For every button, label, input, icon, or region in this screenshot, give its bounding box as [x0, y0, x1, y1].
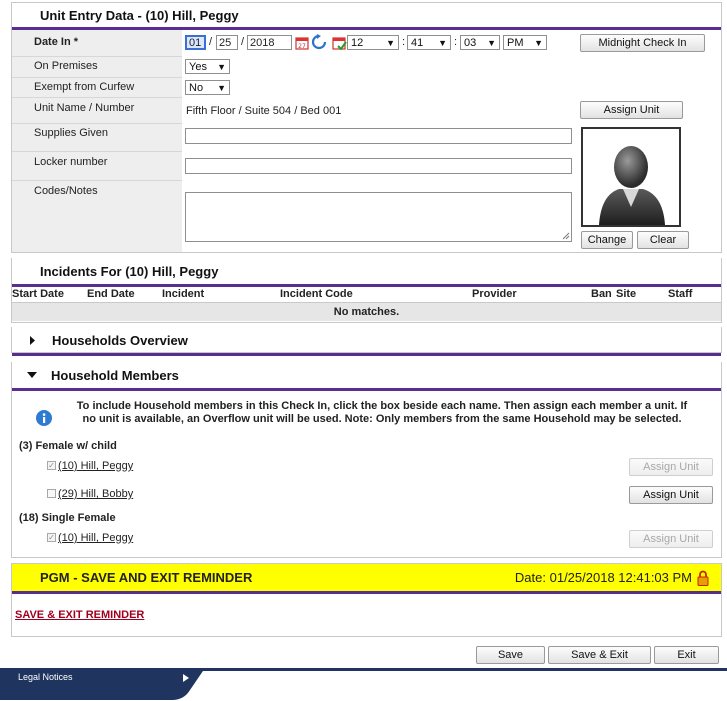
save-and-exit-button[interactable]: Save & Exit: [548, 646, 651, 664]
date-day-input[interactable]: [216, 35, 238, 50]
member-assign-unit-button[interactable]: Assign Unit: [629, 458, 713, 476]
households-overview-title: Households Overview: [52, 332, 188, 348]
calendar-icon[interactable]: 27: [295, 35, 309, 50]
household-info-text: To include Household members in this Che…: [76, 400, 688, 425]
member-link[interactable]: (10) Hill, Peggy: [58, 532, 133, 544]
household-group-name: (3) Female w/ child: [19, 440, 117, 452]
chevron-down-icon: ▼: [217, 82, 226, 93]
codes-notes-textarea[interactable]: [185, 192, 572, 242]
hour-select[interactable]: 12 ▼: [347, 35, 399, 50]
incidents-empty-row: No matches.: [12, 303, 721, 321]
resize-grip-icon[interactable]: [562, 232, 570, 240]
incidents-header: Incidents For (10) Hill, Peggy: [12, 258, 721, 287]
clear-photo-button[interactable]: Clear: [637, 231, 689, 249]
second-select[interactable]: 03 ▼: [460, 35, 500, 50]
member-link[interactable]: (10) Hill, Peggy: [58, 460, 133, 472]
col-end-date[interactable]: End Date: [87, 287, 135, 302]
member-assign-unit-button[interactable]: Assign Unit: [629, 530, 713, 548]
locker-number-label: Locker number: [34, 156, 108, 168]
col-site[interactable]: Site: [616, 287, 636, 302]
col-incident-code[interactable]: Incident Code: [280, 287, 353, 302]
on-premises-select[interactable]: Yes ▼: [185, 59, 230, 74]
exempt-curfew-select[interactable]: No ▼: [185, 80, 230, 95]
col-staff[interactable]: Staff: [668, 287, 692, 302]
reminder-panel: PGM - SAVE AND EXIT REMINDER Date: 01/25…: [11, 563, 722, 637]
caret-right-icon: [30, 335, 35, 345]
ampm-select[interactable]: PM ▼: [503, 35, 547, 50]
chevron-down-icon: ▼: [386, 37, 395, 48]
households-overview-panel[interactable]: Households Overview: [11, 327, 722, 356]
exempt-curfew-label: Exempt from Curfew: [34, 81, 135, 93]
col-provider[interactable]: Provider: [472, 287, 517, 302]
member-assign-unit-button[interactable]: Assign Unit: [629, 486, 713, 504]
assign-unit-button[interactable]: Assign Unit: [580, 101, 683, 119]
household-members-title: Household Members: [51, 367, 179, 383]
svg-text:27: 27: [298, 43, 306, 50]
midnight-check-in-button[interactable]: Midnight Check In: [580, 34, 705, 52]
unit-name-label: Unit Name / Number: [34, 102, 135, 114]
chevron-down-icon: ▼: [438, 37, 447, 48]
unit-name-value: Fifth Floor / Suite 504 / Bed 001: [186, 105, 342, 117]
member-checkbox[interactable]: [47, 489, 56, 498]
supplies-given-label: Supplies Given: [34, 127, 108, 139]
minute-select[interactable]: 41 ▼: [407, 35, 451, 50]
exit-button[interactable]: Exit: [654, 646, 719, 664]
date-year-input[interactable]: [247, 35, 292, 50]
col-start-date[interactable]: Start Date: [12, 287, 64, 302]
refresh-icon[interactable]: [311, 34, 327, 50]
reminder-title: PGM - SAVE AND EXIT REMINDER: [40, 570, 253, 585]
avatar-placeholder-icon: [599, 146, 665, 225]
change-photo-button[interactable]: Change: [581, 231, 633, 249]
lock-icon: [697, 570, 709, 586]
chevron-down-icon: ▼: [534, 37, 543, 48]
household-members-header[interactable]: Household Members: [12, 362, 721, 391]
caret-down-icon: [27, 371, 37, 378]
reminder-header: PGM - SAVE AND EXIT REMINDER Date: 01/25…: [12, 564, 721, 594]
col-ban[interactable]: Ban: [591, 287, 612, 302]
save-button[interactable]: Save: [476, 646, 545, 664]
chevron-down-icon: ▼: [487, 37, 496, 48]
reminder-date: Date: 01/25/2018 12:41:03 PM: [514, 570, 692, 585]
member-checkbox[interactable]: ✓: [47, 461, 56, 470]
incidents-panel: Incidents For (10) Hill, Peggy Start Dat…: [11, 258, 722, 323]
on-premises-label: On Premises: [34, 60, 98, 72]
no-matches-text: No matches.: [333, 306, 400, 318]
date-in-label: Date In *: [34, 36, 79, 48]
info-icon: [36, 410, 52, 426]
incidents-table-header: Start Date End Date Incident Incident Co…: [12, 287, 721, 303]
household-group-name: (18) Single Female: [19, 512, 116, 524]
locker-number-input[interactable]: [185, 158, 572, 174]
save-exit-reminder-link[interactable]: SAVE & EXIT REMINDER: [15, 609, 144, 621]
legal-notices-link[interactable]: Legal Notices: [18, 672, 73, 682]
member-link[interactable]: (29) Hill, Bobby: [58, 488, 133, 500]
supplies-given-input[interactable]: [185, 128, 572, 144]
calendar-check-icon[interactable]: [332, 35, 347, 50]
incidents-title: Incidents For (10) Hill, Peggy: [40, 263, 219, 279]
unit-entry-panel: Unit Entry Data - (10) Hill, Peggy Date …: [11, 2, 722, 253]
date-month-input[interactable]: [185, 35, 206, 50]
avatar-frame: [581, 127, 681, 227]
households-overview-header[interactable]: Households Overview: [12, 327, 721, 356]
household-members-panel: Household Members To include Household m…: [11, 362, 722, 558]
unit-entry-header: Unit Entry Data - (10) Hill, Peggy: [12, 3, 721, 30]
col-incident[interactable]: Incident: [162, 287, 204, 302]
codes-notes-label: Codes/Notes: [34, 185, 98, 197]
unit-entry-title: Unit Entry Data - (10) Hill, Peggy: [40, 7, 239, 23]
chevron-right-icon[interactable]: [183, 674, 189, 682]
member-checkbox[interactable]: ✓: [47, 533, 56, 542]
chevron-down-icon: ▼: [217, 61, 226, 72]
